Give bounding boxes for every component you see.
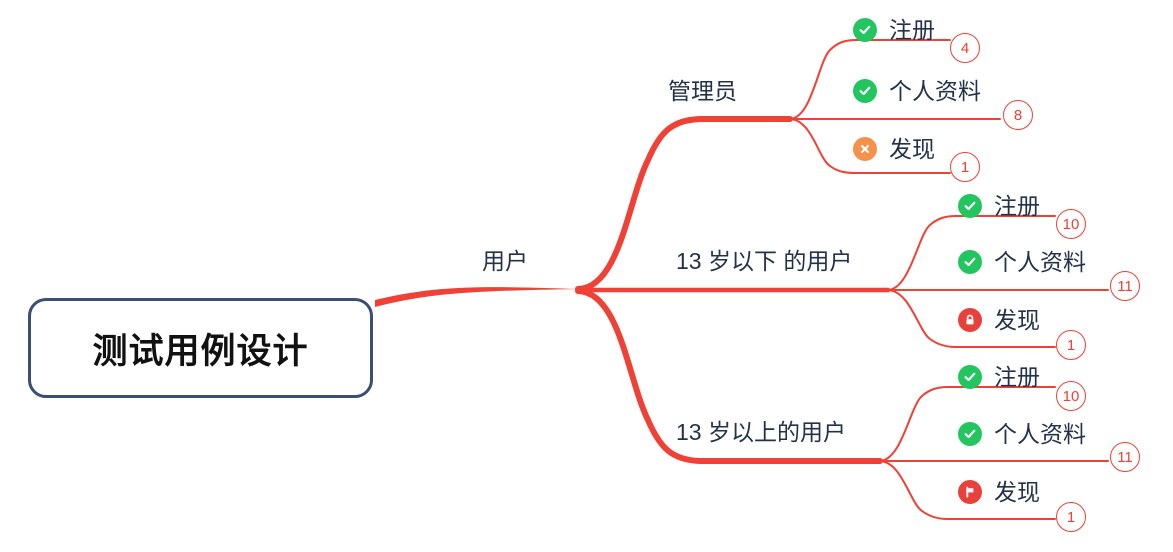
branch-user-label: 用户 — [482, 248, 528, 274]
leaf-node[interactable]: 注册 — [853, 15, 935, 45]
flag-circle-icon — [958, 480, 982, 504]
branch-over13[interactable]: 13 岁以上的用户 — [676, 421, 846, 444]
branch-user[interactable]: 用户 — [482, 250, 528, 273]
leaf-node[interactable]: 发现 — [958, 305, 1040, 335]
badge-count: 1 — [1056, 502, 1086, 532]
branch-admin[interactable]: 管理员 — [668, 80, 737, 103]
leaf-label: 个人资料 — [889, 77, 981, 104]
branch-under13-label: 13 岁以下 的用户 — [676, 248, 853, 274]
badge-count: 10 — [1056, 209, 1086, 239]
leaf-label: 个人资料 — [994, 420, 1086, 447]
badge-count: 1 — [950, 152, 980, 182]
leaf-node[interactable]: 注册 — [958, 362, 1040, 392]
check-circle-icon — [958, 250, 982, 274]
root-node-label: 测试用例设计 — [92, 331, 309, 371]
branch-under13[interactable]: 13 岁以下 的用户 — [676, 250, 852, 273]
mindmap-canvas: 测试用例设计 用户 管理员 13 岁以下 的用户 13 岁以上的用户 注册 4 … — [0, 0, 1173, 552]
root-node[interactable]: 测试用例设计 — [28, 298, 373, 398]
leaf-node[interactable]: 发现 — [853, 134, 935, 164]
edge-root-trunk — [375, 287, 578, 307]
badge-count: 11 — [1110, 442, 1140, 472]
cross-circle-icon — [853, 137, 877, 161]
badge-count: 4 — [950, 33, 980, 63]
leaf-label: 发现 — [889, 135, 935, 162]
leaf-label: 注册 — [994, 192, 1040, 219]
leaf-node[interactable]: 个人资料 — [958, 419, 1086, 449]
badge-count: 8 — [1003, 100, 1033, 130]
badge-count: 10 — [1056, 381, 1086, 411]
leaf-node[interactable]: 发现 — [958, 477, 1040, 507]
leaf-node[interactable]: 个人资料 — [853, 76, 981, 106]
leaf-node[interactable]: 注册 — [958, 191, 1040, 221]
leaf-node[interactable]: 个人资料 — [958, 247, 1086, 277]
leaf-label: 发现 — [994, 306, 1040, 333]
branch-over13-label: 13 岁以上的用户 — [676, 419, 846, 445]
check-circle-icon — [958, 422, 982, 446]
leaf-label: 注册 — [889, 16, 935, 43]
badge-count: 1 — [1056, 330, 1086, 360]
lock-circle-icon — [958, 308, 982, 332]
leaf-label: 发现 — [994, 478, 1040, 505]
leaf-label: 个人资料 — [994, 248, 1086, 275]
check-circle-icon — [853, 18, 877, 42]
check-circle-icon — [958, 194, 982, 218]
badge-count: 11 — [1110, 271, 1140, 301]
branch-admin-label: 管理员 — [668, 78, 737, 104]
check-circle-icon — [853, 79, 877, 103]
check-circle-icon — [958, 365, 982, 389]
leaf-label: 注册 — [994, 363, 1040, 390]
